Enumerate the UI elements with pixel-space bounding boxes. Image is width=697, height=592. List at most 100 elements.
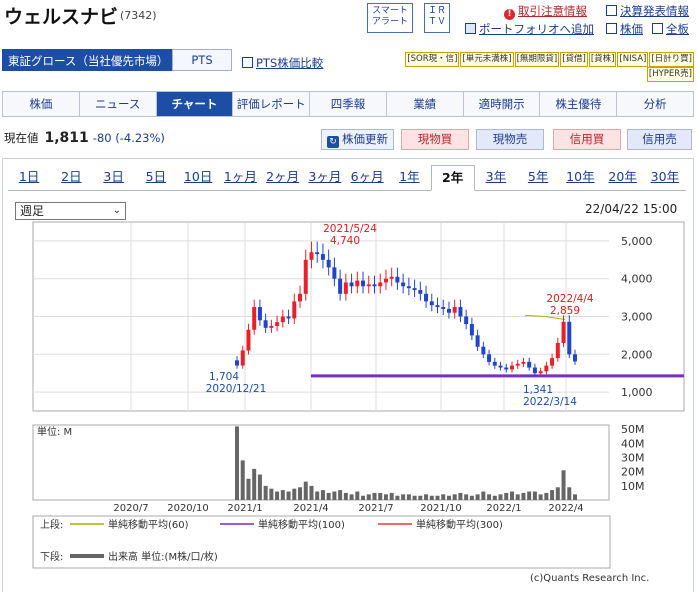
candle-body [389, 276, 394, 279]
volume-bar [315, 491, 320, 500]
price-tick-label: 5,000 [621, 235, 653, 248]
candle-body [366, 284, 371, 287]
annotation-value: 2,859 [550, 305, 580, 317]
volume-bar [441, 494, 446, 500]
volume-bar [464, 494, 469, 500]
candle-body [441, 307, 446, 309]
volume-bar [452, 494, 457, 500]
x-tick-label: 2021/7 [358, 503, 393, 514]
candle-body [315, 252, 320, 255]
annotation-value: 1,341 [523, 384, 553, 396]
candle-body [469, 324, 474, 336]
volume-bar [567, 487, 572, 500]
candle-body [269, 325, 274, 328]
candle-body [349, 282, 354, 287]
candle-body [361, 280, 366, 287]
candle-body [521, 361, 526, 364]
volume-bar [361, 495, 366, 500]
volume-bar [263, 485, 268, 500]
candle-body [383, 278, 388, 283]
annotation-date: 2021/5/24 [323, 223, 377, 235]
volume-tick-label: 10M [621, 480, 645, 493]
volume-bar [446, 495, 451, 500]
volume-bar [561, 470, 566, 500]
legend-ma300-label: 単純移動平均(300) [416, 518, 503, 531]
price-chart: 5,000 4,000 3,000 2,000 1,000 2021/5/244,740… [32, 221, 685, 569]
volume-frame [32, 424, 610, 501]
volume-bar [481, 491, 486, 500]
volume-bar [550, 490, 555, 500]
volume-bar [544, 492, 549, 500]
x-tick-label: 2020/10 [167, 503, 209, 514]
candle-body [544, 365, 549, 372]
candle-body [292, 301, 297, 319]
legend-lower-label: 下段: [40, 550, 63, 563]
candle-body [401, 282, 406, 287]
volume-bar [412, 495, 417, 500]
volume-bar [487, 494, 492, 500]
volume-bar [458, 492, 463, 500]
volume-tick-label: 20M [621, 466, 645, 479]
volume-tick-label: 50M [621, 423, 645, 436]
volume-bar [532, 491, 537, 500]
candle-body [320, 254, 325, 260]
annotation-date: 2020/12/21 [206, 383, 267, 395]
x-tick-label: 2021/1 [227, 503, 262, 514]
volume-bar [378, 492, 383, 500]
candle-body [326, 259, 331, 268]
volume-bar [475, 494, 480, 500]
volume-bar [573, 494, 577, 500]
candle-body [555, 342, 560, 359]
price-tick-label: 3,000 [621, 311, 653, 324]
volume-bar [320, 490, 325, 500]
candle-body [561, 321, 566, 343]
volume-bar [429, 495, 434, 500]
candle-body [286, 316, 291, 319]
candle-body [435, 305, 440, 308]
volume-bar [515, 494, 520, 500]
annotation-value: 1,704 [209, 371, 239, 383]
volume-bar [303, 481, 308, 500]
candle-body [246, 329, 251, 351]
x-tick-label: 2021/4 [293, 503, 328, 514]
candle-body [475, 335, 480, 347]
candle-body [515, 363, 520, 366]
candle-body [309, 252, 314, 260]
volume-bar [338, 490, 343, 500]
volume-bar [235, 426, 239, 500]
volume-bar [509, 491, 514, 500]
candle-body [573, 354, 577, 362]
candle-body [418, 290, 423, 294]
candle-body [280, 316, 285, 323]
volume-bar [298, 487, 303, 500]
volume-bar [527, 491, 532, 500]
candle-body [412, 288, 417, 291]
candle-body [235, 360, 239, 366]
candle-body [567, 321, 572, 355]
candle-body [303, 259, 308, 294]
candle-body [504, 367, 509, 370]
candle-body [372, 284, 377, 287]
volume-bar [246, 478, 251, 500]
volume-bar [309, 485, 314, 500]
volume-bar [469, 495, 474, 500]
volume-bar [355, 491, 360, 500]
candle-body [338, 278, 343, 294]
volume-tick-label: 30M [621, 452, 645, 465]
volume-bar [538, 494, 543, 500]
candle-body [378, 282, 383, 287]
candle-body [275, 322, 280, 326]
volume-bar [366, 494, 371, 500]
candle-body [332, 267, 337, 279]
volume-unit-label: 単位: M [37, 425, 72, 438]
legend-volume-label: 出来高 単位:(M株/口/枚) [108, 550, 218, 563]
volume-bar [418, 495, 423, 500]
candle-body [355, 280, 360, 287]
data-credit: (c)Quants Research Inc. [530, 573, 650, 584]
chart-legend: 上段: 単純移動平均(60) 単純移動平均(100) 単純移動平均(300) 下段: 出来… [32, 515, 611, 569]
volume-bar [372, 492, 377, 500]
price-tick-label: 4,000 [621, 273, 653, 286]
price-tick-label: 1,000 [621, 386, 653, 399]
volume-tick-label: 40M [621, 437, 645, 450]
annotation-date: 2022/3/14 [523, 396, 577, 408]
